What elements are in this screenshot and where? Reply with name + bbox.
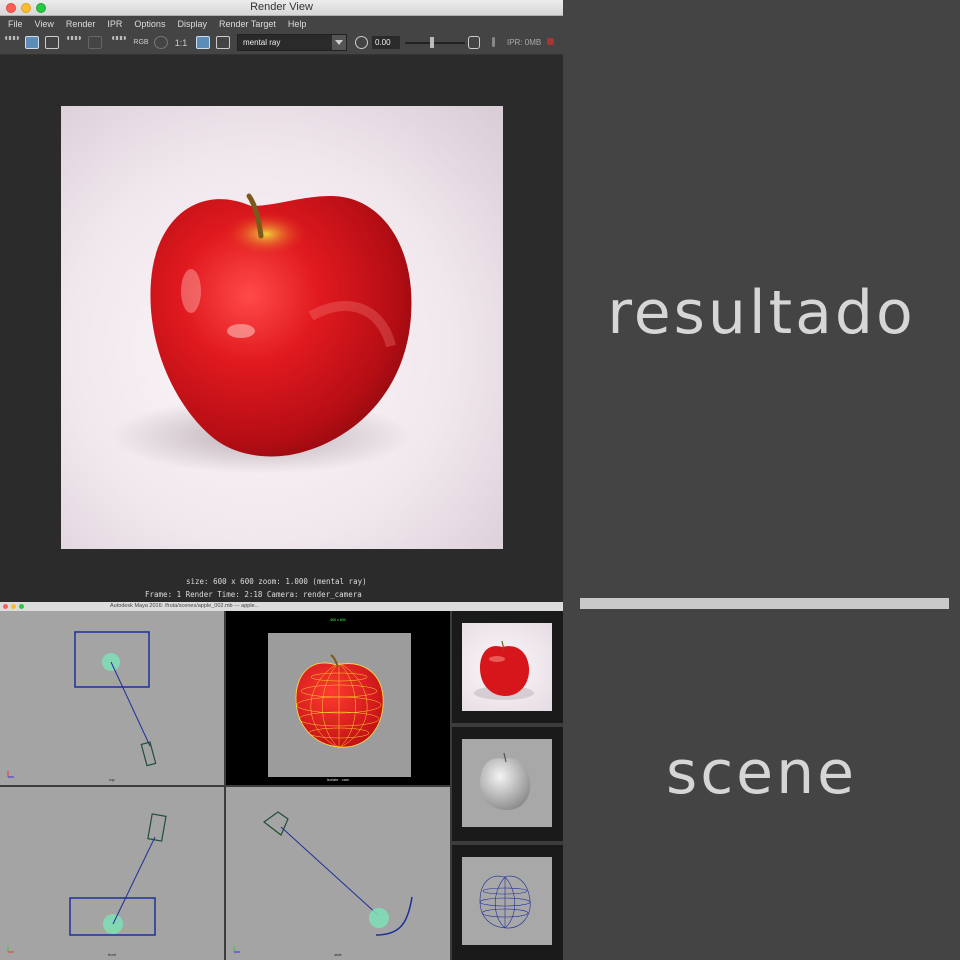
real-size-button[interactable]: 1:1	[173, 37, 189, 49]
persp-resolution-gate	[268, 633, 411, 777]
render-frame-icon[interactable]	[5, 36, 19, 40]
menu-render[interactable]: Render	[66, 19, 96, 29]
thumb-render	[452, 611, 563, 723]
menu-bar: File View Render IPR Options Display Ren…	[0, 16, 563, 31]
render-image	[61, 106, 503, 549]
thumb-apple	[474, 640, 534, 700]
exposure-slider-handle[interactable]	[430, 37, 434, 48]
front-view-drawing	[7, 813, 167, 953]
exposure-slider[interactable]	[405, 42, 465, 44]
frame-image-icon[interactable]	[196, 36, 210, 49]
menu-view[interactable]: View	[35, 19, 54, 29]
menu-display[interactable]: Display	[177, 19, 207, 29]
thumb-wire-apple	[479, 875, 531, 929]
rgb-channel-button[interactable]: RGB	[133, 37, 149, 49]
menu-render-target[interactable]: Render Target	[219, 19, 276, 29]
refresh-ipr-icon[interactable]	[88, 36, 102, 49]
viewport-side-label: side	[334, 952, 342, 957]
maya-window-title: Autodesk Maya 2016: /fruta/scenes/apple_…	[110, 603, 260, 609]
scene-label: scene	[665, 738, 858, 808]
render-region-icon[interactable]	[25, 36, 39, 49]
thumb-grey-apple	[480, 752, 531, 811]
thumb-shaded	[452, 727, 563, 841]
render-settings-icon[interactable]	[112, 36, 126, 40]
menu-options[interactable]: Options	[134, 19, 165, 29]
apple-render	[111, 193, 412, 474]
viewport-side[interactable]: side	[226, 787, 450, 960]
renderer-select[interactable]: mental ray	[237, 34, 347, 51]
ipr-render-icon[interactable]	[67, 36, 81, 40]
thumb-render-bg	[462, 623, 552, 711]
menu-file[interactable]: File	[8, 19, 23, 29]
side-view-drawing	[233, 811, 413, 953]
viewport-persp-label: Isolate : cam	[326, 777, 350, 782]
viewport-front-label: front	[107, 952, 116, 957]
window-title: Render View	[250, 1, 313, 13]
title-bar: Render View	[0, 0, 563, 16]
maximize-icon[interactable]	[19, 604, 24, 609]
renderer-value: mental ray	[243, 38, 281, 47]
thumb-wireframe-bg	[462, 857, 552, 945]
maya-title-bar: Autodesk Maya 2016: /fruta/scenes/apple_…	[0, 602, 563, 611]
thumb-wireframe	[452, 845, 563, 960]
render-frame-status: Frame: 1 Render Time: 2:18 Camera: rende…	[145, 590, 362, 599]
color-mgmt-icon[interactable]	[154, 36, 168, 49]
close-icon[interactable]	[3, 604, 8, 609]
remove-image-icon[interactable]	[216, 36, 230, 49]
exposure-icon	[355, 36, 368, 49]
snapshot-camera-icon[interactable]	[45, 36, 59, 49]
result-label: resultado	[607, 278, 916, 348]
maya-scene-screenshot: Autodesk Maya 2016: /fruta/scenes/apple_…	[0, 602, 563, 960]
wireframe-apple	[295, 654, 384, 749]
viewport-persp[interactable]: 600 x 600 Isolate: cam	[226, 611, 450, 785]
stop-icon[interactable]	[547, 38, 554, 45]
top-view-drawing	[7, 631, 157, 778]
viewport-front[interactable]: front	[0, 787, 224, 960]
gamma-icon[interactable]	[468, 36, 480, 49]
ipr-memory: IPR: 0MB	[507, 38, 542, 47]
viewport-top[interactable]: top	[0, 611, 224, 785]
chevron-down-icon[interactable]	[332, 35, 346, 50]
exposure-field[interactable]: 0.00	[372, 36, 400, 49]
pause-icon[interactable]	[492, 37, 495, 47]
persp-resolution: 600 x 600	[330, 618, 346, 622]
render-view-window: Render View File View Render IPR Options…	[0, 0, 563, 602]
render-size-status: size: 600 x 600 zoom: 1.000 (mental ray)	[186, 577, 367, 586]
viewport-top-label: top	[109, 777, 115, 782]
section-divider	[580, 598, 949, 609]
menu-ipr[interactable]: IPR	[107, 19, 122, 29]
minimize-icon[interactable]	[11, 604, 16, 609]
menu-help[interactable]: Help	[288, 19, 307, 29]
thumb-shaded-bg	[462, 739, 552, 827]
